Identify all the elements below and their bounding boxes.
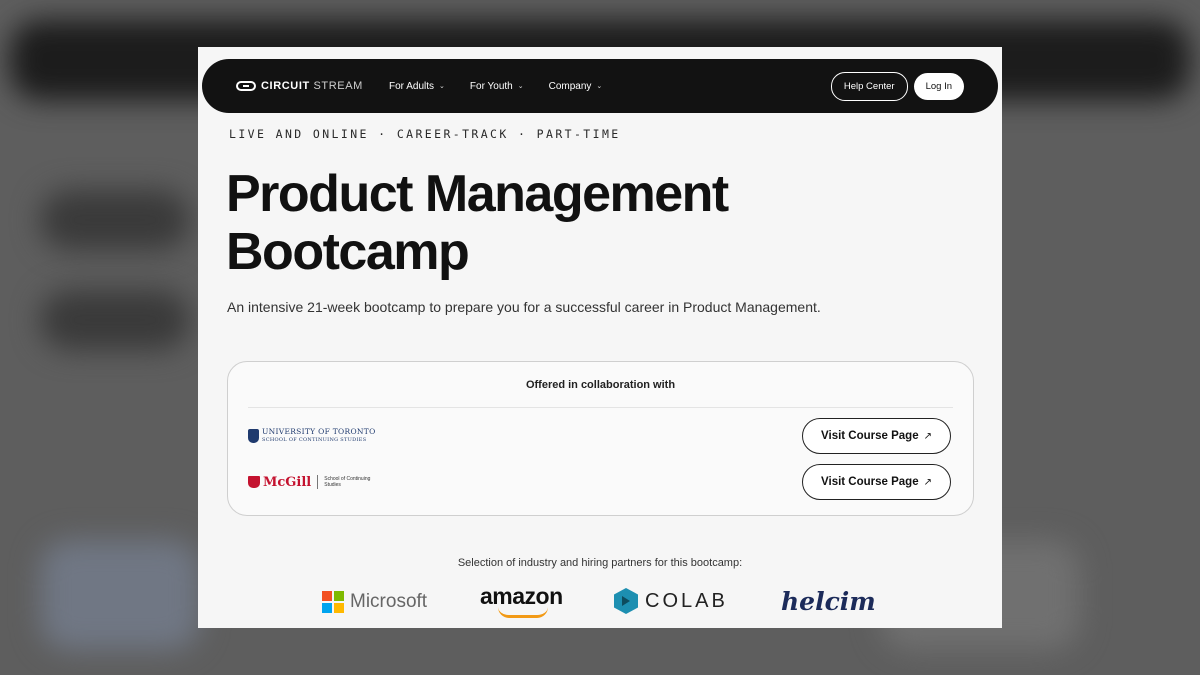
chevron-down-icon: ⌄ [596, 83, 603, 90]
microsoft-windows-icon [322, 591, 344, 613]
uoft-name: UNIVERSITY OF TORONTO [262, 427, 376, 436]
mcgill-school: School of Continuing Studies [324, 476, 371, 488]
mcgill-logo: McGill School of Continuing Studies [248, 475, 384, 490]
nav-item-for-youth[interactable]: For Youth ⌄ [470, 81, 524, 92]
nav-item-label: For Youth [469, 80, 513, 92]
logo-text-bold: CIRCUIT [261, 80, 310, 92]
nav-item-label: Company [548, 80, 592, 92]
colab-hexagon-icon [614, 588, 638, 614]
backdrop-block [40, 290, 190, 350]
logo-text: CIRCUIT STREAM [261, 80, 363, 92]
microsoft-wordmark: Microsoft [350, 591, 428, 612]
partner-row-mcgill: McGill School of Continuing Studies Visi… [248, 464, 951, 500]
collaboration-heading: Offered in collaboration with [248, 362, 953, 408]
login-button[interactable]: Log In [913, 72, 964, 100]
circuit-stream-logo[interactable]: CIRCUIT STREAM [236, 59, 363, 113]
help-center-button[interactable]: Help Center [830, 71, 908, 101]
uoft-crest-icon [248, 429, 259, 443]
mcgill-crest-icon [248, 476, 260, 488]
colab-logo: COLAB [614, 588, 728, 614]
top-navbar: CIRCUIT STREAM For Adults ⌄ For Youth ⌄ … [202, 59, 998, 113]
visit-label: Visit Course Page [821, 430, 919, 442]
helcim-logo: helcim [781, 587, 876, 616]
logo-text-light: STREAM [313, 80, 363, 92]
amazon-smile-icon [498, 607, 548, 618]
chevron-down-icon: ⌄ [439, 83, 445, 90]
external-link-icon: ↗ [923, 430, 932, 442]
collaboration-card: Offered in collaboration with UNIVERSITY… [227, 361, 974, 516]
microsoft-logo: Microsoft [322, 591, 427, 613]
divider [317, 475, 319, 489]
visit-course-page-button[interactable]: Visit Course Page ↗ [802, 418, 951, 454]
nav-item-company[interactable]: Company ⌄ [549, 81, 603, 92]
circuit-stream-logo-icon [236, 81, 256, 91]
nav-item-label: For Adults [389, 80, 435, 92]
amazon-wordmark: amazon [480, 583, 563, 609]
uoft-logo-text: UNIVERSITY OF TORONTO SCHOOL OF CONTINUI… [262, 428, 376, 444]
partners-label: Selection of industry and hiring partner… [457, 557, 743, 569]
amazon-logo: amazon [480, 583, 563, 618]
backdrop-block [40, 190, 190, 250]
title-line: Bootcamp [226, 223, 470, 281]
nav-menu: For Adults ⌄ For Youth ⌄ Company ⌄ [389, 59, 602, 113]
visit-course-page-button[interactable]: Visit Course Page ↗ [802, 464, 951, 500]
mcgill-name: McGill [263, 474, 312, 490]
visit-label: Visit Course Page [821, 476, 919, 488]
nav-item-for-adults[interactable]: For Adults ⌄ [389, 81, 445, 92]
page-screenshot: CIRCUIT STREAM For Adults ⌄ For Youth ⌄ … [198, 47, 1002, 628]
partner-logos: Microsoft amazon COLAB helcim [198, 583, 1002, 621]
eyebrow-text: LIVE AND ONLINE · CAREER-TRACK · PART-TI… [229, 127, 621, 141]
nav-actions: Help Center Log In [830, 59, 964, 113]
backdrop-block [40, 540, 200, 650]
partner-row-uoft: UNIVERSITY OF TORONTO SCHOOL OF CONTINUI… [248, 418, 951, 454]
external-link-icon: ↗ [923, 476, 932, 488]
page-subtitle: An intensive 21-week bootcamp to prepare… [227, 299, 821, 315]
chevron-down-icon: ⌄ [517, 83, 524, 90]
title-line: Product Management [226, 165, 729, 223]
uoft-school: SCHOOL OF CONTINUING STUDIES [262, 437, 367, 443]
page-title: Product Management Bootcamp [226, 165, 846, 281]
uoft-logo: UNIVERSITY OF TORONTO SCHOOL OF CONTINUI… [248, 428, 376, 444]
colab-wordmark: COLAB [645, 589, 728, 612]
